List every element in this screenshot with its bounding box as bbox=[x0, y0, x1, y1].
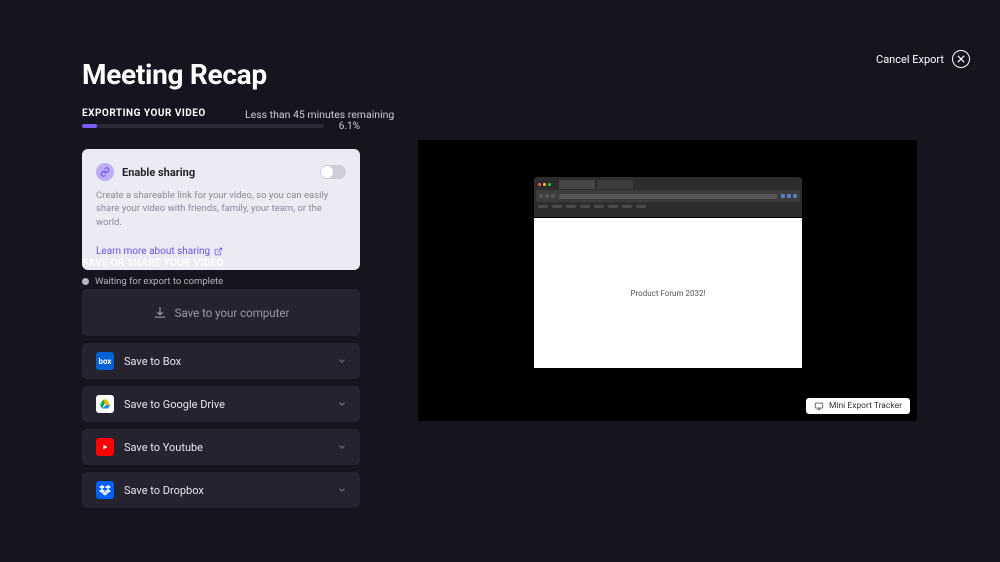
mini-tracker-label: Mini Export Tracker bbox=[829, 401, 902, 411]
waiting-label: Waiting for export to complete bbox=[95, 276, 223, 287]
sharing-description: Create a shareable link for your video, … bbox=[96, 189, 346, 229]
box-icon: box bbox=[96, 352, 114, 370]
sharing-card: Enable sharing Create a shareable link f… bbox=[82, 149, 360, 270]
preview-url-row bbox=[536, 190, 800, 202]
save-to-dropbox-label: Save to Dropbox bbox=[124, 484, 204, 497]
toggle-knob bbox=[321, 166, 333, 178]
waiting-dot-icon bbox=[82, 278, 89, 285]
preview-bookmarks-row bbox=[534, 202, 802, 211]
export-remaining-label: Less than 45 minutes remaining bbox=[245, 108, 394, 121]
progress-fill bbox=[82, 124, 97, 128]
page-title: Meeting Recap bbox=[82, 58, 267, 91]
progress-bar: 6.1% bbox=[82, 124, 360, 128]
tracker-icon bbox=[814, 401, 824, 411]
chevron-down-icon bbox=[338, 400, 346, 408]
progress-track bbox=[82, 124, 324, 128]
sharing-title: Enable sharing bbox=[122, 166, 195, 179]
save-section-label: SAVE OR SHARE YOUR VIDEO bbox=[82, 258, 224, 269]
cancel-export-button[interactable]: Cancel Export bbox=[876, 50, 970, 68]
preview-document-title: Product Forum 2032! bbox=[630, 289, 705, 298]
close-icon bbox=[952, 50, 970, 68]
link-icon bbox=[96, 163, 114, 181]
preview-url-bar bbox=[559, 194, 777, 199]
enable-sharing-toggle[interactable] bbox=[320, 165, 346, 179]
save-to-dropbox-button[interactable]: Save to Dropbox bbox=[82, 472, 360, 508]
save-to-computer-button[interactable]: Save to your computer bbox=[82, 289, 360, 336]
save-to-box-label: Save to Box bbox=[124, 355, 181, 368]
waiting-row: Waiting for export to complete bbox=[82, 276, 223, 287]
video-preview: Product Forum 2032! Mini Export Tracker bbox=[418, 140, 917, 421]
chevron-down-icon bbox=[338, 486, 346, 494]
learn-more-link[interactable]: Learn more about sharing bbox=[96, 246, 223, 257]
preview-tab bbox=[559, 180, 595, 189]
learn-more-label: Learn more about sharing bbox=[96, 246, 210, 257]
download-icon bbox=[153, 306, 167, 320]
chevron-down-icon bbox=[338, 443, 346, 451]
save-to-google-drive-label: Save to Google Drive bbox=[124, 398, 225, 411]
youtube-icon bbox=[96, 438, 114, 456]
preview-browser-chrome bbox=[534, 177, 802, 217]
preview-document: Product Forum 2032! bbox=[534, 218, 802, 368]
save-list: Save to your computer box Save to Box Sa… bbox=[82, 289, 360, 515]
save-to-box-button[interactable]: box Save to Box bbox=[82, 343, 360, 379]
mini-export-tracker-button[interactable]: Mini Export Tracker bbox=[806, 398, 910, 414]
external-link-icon bbox=[214, 247, 223, 256]
save-to-youtube-button[interactable]: Save to Youtube bbox=[82, 429, 360, 465]
google-drive-icon bbox=[96, 395, 114, 413]
preview-tab bbox=[597, 180, 633, 189]
save-to-youtube-label: Save to Youtube bbox=[124, 441, 203, 454]
preview-tab-row bbox=[534, 177, 802, 190]
save-to-google-drive-button[interactable]: Save to Google Drive bbox=[82, 386, 360, 422]
sharing-header: Enable sharing bbox=[96, 163, 346, 181]
export-status-label: EXPORTING YOUR VIDEO bbox=[82, 108, 206, 119]
save-to-computer-label: Save to your computer bbox=[175, 306, 290, 320]
progress-percent: 6.1% bbox=[339, 121, 360, 132]
traffic-lights-icon bbox=[538, 183, 551, 186]
cancel-export-label: Cancel Export bbox=[876, 53, 944, 66]
chevron-down-icon bbox=[338, 357, 346, 365]
dropbox-icon bbox=[96, 481, 114, 499]
